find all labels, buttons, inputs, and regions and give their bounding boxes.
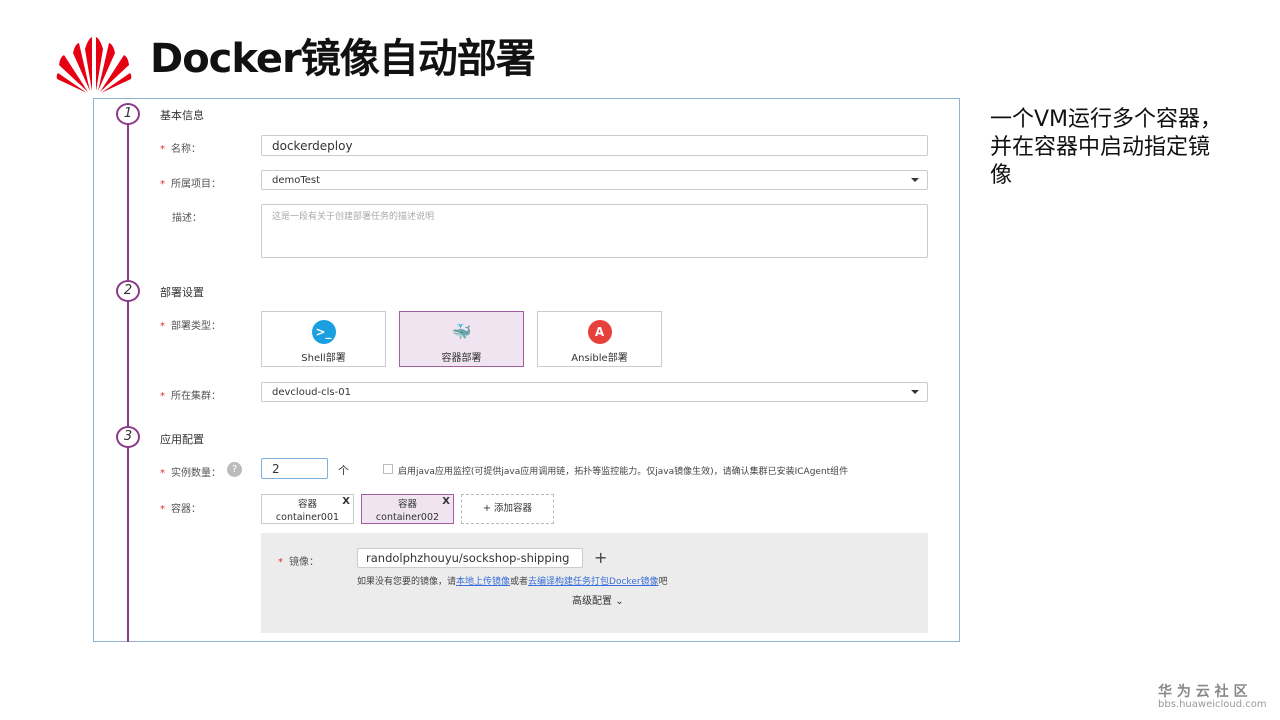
section-deploy-settings: 部署设置: [160, 284, 204, 300]
shell-icon: >_: [312, 320, 336, 344]
container-tab[interactable]: 容器container001 X: [261, 494, 354, 524]
instances-label: *实例数量：: [160, 464, 221, 479]
step-timeline: [127, 124, 129, 642]
close-icon[interactable]: X: [442, 495, 450, 508]
project-label: *所属项目：: [160, 175, 221, 190]
deploy-type-ansible[interactable]: A Ansible部署: [537, 311, 662, 367]
container-name: container002: [362, 511, 453, 524]
upload-image-link[interactable]: 本地上传镜像: [456, 577, 510, 587]
footer-url: bbs.huaweicloud.com: [1158, 699, 1267, 710]
advanced-config-toggle[interactable]: 高级配置 ⌄: [572, 592, 624, 607]
docker-icon: 🐳: [450, 320, 474, 344]
java-monitor-checkbox[interactable]: [383, 464, 393, 474]
name-input[interactable]: dockerdeploy: [261, 135, 928, 156]
help-icon[interactable]: ?: [227, 462, 242, 477]
section-app-config: 应用配置: [160, 431, 204, 447]
containers-label: *容器：: [160, 500, 201, 515]
side-note-line: 一个VM运行多个容器，: [990, 106, 1250, 134]
section-basic-info: 基本信息: [160, 107, 204, 123]
deploy-type-shell[interactable]: >_ Shell部署: [261, 311, 386, 367]
add-container-button[interactable]: + 添加容器: [461, 494, 554, 524]
close-icon[interactable]: X: [342, 495, 350, 508]
project-select[interactable]: demoTest: [261, 170, 928, 190]
side-note-line: 像: [990, 162, 1250, 190]
container-type: 容器: [262, 498, 353, 511]
deploy-type-container[interactable]: 🐳 容器部署: [399, 311, 524, 367]
side-note: 一个VM运行多个容器， 并在容器中启动指定镜 像: [990, 106, 1250, 190]
container-tab[interactable]: 容器container002 X: [361, 494, 454, 524]
deploy-type-label-text: Ansible部署: [538, 349, 661, 364]
deploy-type-label-text: Shell部署: [262, 349, 385, 364]
image-label: *镜像：: [278, 553, 319, 568]
deploy-type-label: *部署类型：: [160, 317, 221, 332]
cluster-label: *所在集群：: [160, 387, 221, 402]
image-input[interactable]: randolphzhouyu/sockshop-shipping: [357, 548, 583, 568]
ansible-icon: A: [588, 320, 612, 344]
container-type: 容器: [362, 498, 453, 511]
image-help-text: 如果没有您要的镜像，请本地上传镜像或者去编译构建任务打包Docker镜像吧: [357, 574, 668, 587]
side-note-line: 并在容器中启动指定镜: [990, 134, 1250, 162]
chevron-down-icon: [911, 178, 919, 182]
container-name: container001: [262, 511, 353, 524]
step-1-indicator: 1: [116, 103, 140, 125]
huawei-logo: [55, 35, 133, 93]
description-label: 描述：: [172, 209, 202, 224]
description-textarea[interactable]: 这是一段有关于创建部署任务的描述说明: [261, 204, 928, 258]
chevron-down-icon: [911, 390, 919, 394]
instances-input[interactable]: 2: [261, 458, 328, 479]
name-label: *名称：: [160, 140, 201, 155]
page-title: Docker镜像自动部署: [150, 26, 535, 84]
java-monitor-text: 启用java应用监控(可提供java应用调用链，拓扑等监控能力。仅java镜像生…: [398, 464, 848, 477]
footer-brand: 华 为 云 社 区: [1158, 681, 1248, 701]
chevron-down-icon: ⌄: [615, 596, 623, 607]
step-3-indicator: 3: [116, 426, 140, 448]
step-2-indicator: 2: [116, 280, 140, 302]
cluster-select[interactable]: devcloud-cls-01: [261, 382, 928, 402]
deploy-type-label-text: 容器部署: [400, 349, 523, 364]
add-image-icon[interactable]: +: [594, 548, 607, 567]
instances-unit: 个: [338, 462, 349, 478]
build-task-link[interactable]: 去编译构建任务打包Docker镜像: [528, 577, 659, 587]
